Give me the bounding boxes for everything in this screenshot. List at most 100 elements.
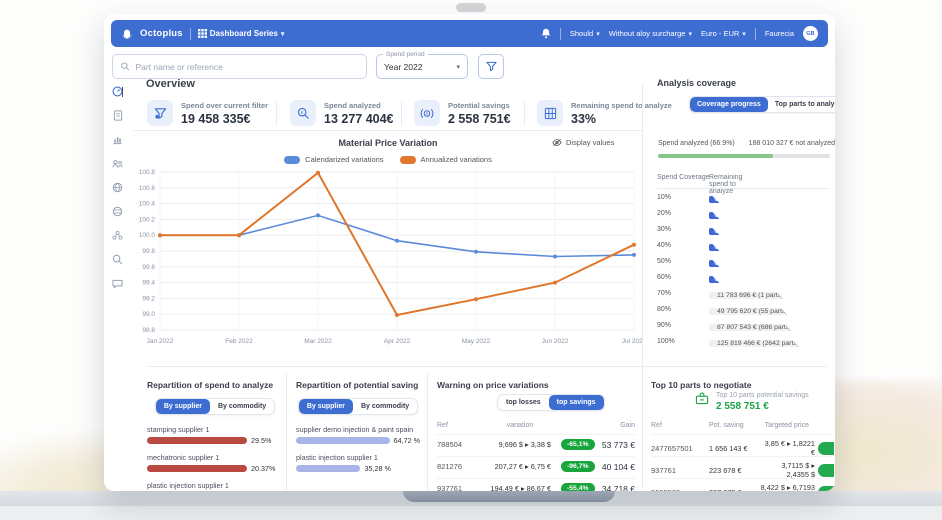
table-row[interactable]: 10% bbox=[657, 189, 829, 205]
device-base-lower bbox=[0, 506, 942, 520]
divider bbox=[524, 102, 525, 126]
tab-by-supplier[interactable]: By supplier bbox=[299, 399, 353, 414]
table-row[interactable]: 2477657501 1 656 143 € 3,85 € ▸ 1,8221 € bbox=[651, 434, 834, 457]
dashboard-series-menu[interactable]: Dashboard Series ▾ bbox=[198, 29, 285, 38]
svg-text:99.0: 99.0 bbox=[142, 311, 155, 318]
sidebar-item-report[interactable] bbox=[112, 110, 123, 121]
clipped-green-badge bbox=[818, 464, 834, 477]
display-values-toggle[interactable]: Display values bbox=[552, 138, 614, 147]
clipped-green-badge bbox=[818, 486, 834, 492]
material-price-variation-chart[interactable]: 100.8100.6100.4100.2100.099.899.699.499.… bbox=[134, 164, 642, 350]
svg-text:€: € bbox=[300, 109, 303, 114]
advanced-filter-button[interactable] bbox=[478, 54, 504, 79]
search-input[interactable] bbox=[135, 62, 358, 72]
table-row[interactable]: 40% bbox=[657, 237, 829, 253]
saving-repartition-panel: Repartition of potential saving By suppl… bbox=[296, 380, 420, 491]
sidebar-item-chat[interactable] bbox=[112, 278, 123, 289]
tab-top-savings[interactable]: top savings bbox=[549, 395, 604, 410]
tab-by-commodity[interactable]: By commodity bbox=[210, 399, 274, 414]
legend-annualized[interactable]: Annualized variations bbox=[400, 155, 492, 164]
variation-value: 9,696 $ ▸ 3,38 $ bbox=[489, 440, 551, 449]
bar-row[interactable]: 35,28 % bbox=[296, 464, 420, 473]
table-row[interactable]: 80%49 795 620 € (55 parts) bbox=[657, 301, 829, 317]
dashboard-series-label: Dashboard Series bbox=[210, 29, 278, 38]
alloy-surcharge-menu[interactable]: Without aloy surcharge▾ bbox=[609, 29, 692, 38]
bar-list: supplier demo injection & paint spain 64… bbox=[296, 425, 420, 473]
spend-period-value: Year 2022 bbox=[384, 62, 422, 72]
pot-saving-value: 207 075 € bbox=[709, 488, 759, 492]
svg-text:99.4: 99.4 bbox=[142, 280, 155, 287]
top-parts-panel: Top 10 parts to negotiate Top 10 parts p… bbox=[651, 380, 834, 491]
sidebar-item-cluster[interactable] bbox=[112, 230, 123, 241]
masked-bar bbox=[709, 228, 719, 235]
sidebar-item-team[interactable] bbox=[112, 158, 123, 169]
value-bar: 87 807 543 € (686 parts) bbox=[709, 324, 791, 331]
masked-bar bbox=[709, 244, 719, 251]
table-row[interactable]: 20% bbox=[657, 205, 829, 221]
col-spend-coverage: Spend Coverage bbox=[657, 174, 710, 181]
bar-row[interactable]: 29.5% bbox=[147, 436, 283, 445]
table-row[interactable]: 788504 9,696 $ ▸ 3,38 $ -65,1% 53 773 € bbox=[437, 434, 635, 450]
should-menu[interactable]: Should▾ bbox=[570, 29, 600, 38]
tab-top-losses[interactable]: top losses bbox=[498, 395, 549, 410]
kpi-remaining-spend: Remaining spend to analyze33% bbox=[537, 100, 672, 126]
value-bar: 11 783 696 € (1 parts) bbox=[709, 292, 783, 299]
masked-bar bbox=[709, 196, 719, 203]
divider bbox=[755, 28, 756, 40]
table-row[interactable]: 90%87 807 543 € (686 parts) bbox=[657, 317, 829, 333]
table-row[interactable]: 30% bbox=[657, 221, 829, 237]
search-icon bbox=[121, 62, 129, 71]
table-row[interactable]: 50% bbox=[657, 253, 829, 269]
table-row[interactable]: 60% bbox=[657, 269, 829, 285]
targeted-price-value: 8,422 $ ▸ 6,7193 $ bbox=[759, 483, 815, 491]
table-row[interactable]: 70%11 783 696 € (1 parts) bbox=[657, 285, 829, 301]
table-row[interactable]: 100%125 819 466 € (2642 parts) bbox=[657, 333, 829, 349]
summary-label: Top 10 parts potential savings bbox=[716, 392, 809, 399]
panel-title: Top 10 parts to negotiate bbox=[651, 380, 834, 390]
coverage-progress-bar bbox=[658, 154, 830, 158]
svg-text:Jun 2022: Jun 2022 bbox=[542, 338, 569, 345]
bell-icon[interactable] bbox=[541, 28, 551, 39]
company-label: Faurecia bbox=[765, 29, 794, 38]
sidebar-item-analytics[interactable] bbox=[112, 134, 123, 145]
coverage-table: 10% 20% 30% 40% 50% 60% 70%11 783 696 € … bbox=[657, 188, 829, 349]
table-row[interactable]: 937761 223 678 € 3,7115 $ ▸ 2,4355 $ bbox=[651, 456, 834, 479]
magnifier-icon: € bbox=[290, 100, 316, 126]
kpi-spend-over-filter: Spend over current filter19 458 335€ bbox=[147, 100, 268, 126]
variation-badge: -96,7% bbox=[561, 461, 595, 472]
kpi-spend-analyzed: € Spend analyzed13 277 404€ bbox=[290, 100, 394, 126]
svg-text:99.6: 99.6 bbox=[142, 264, 155, 271]
table-row[interactable]: 937761 194,49 € ▸ 86,67 € -55,4% 34 718 … bbox=[437, 478, 635, 491]
avatar[interactable]: GB bbox=[803, 26, 818, 41]
bar-row[interactable]: 64,72 % bbox=[296, 436, 420, 445]
gain-value: 40 104 € bbox=[602, 462, 635, 472]
legend-swatch bbox=[400, 156, 416, 164]
legend-calendarized[interactable]: Calendarized variations bbox=[284, 155, 383, 164]
clipped-green-badge bbox=[818, 442, 834, 455]
sidebar-item-search[interactable] bbox=[112, 254, 123, 265]
svg-text:100.8: 100.8 bbox=[139, 169, 156, 176]
table-row[interactable]: 5055509 207 075 € 8,422 $ ▸ 6,7193 $ bbox=[651, 478, 834, 491]
tab-by-supplier[interactable]: By supplier bbox=[156, 399, 210, 414]
warnings-tabs: top losses top savings bbox=[497, 394, 605, 411]
chart-legend: Calendarized variations Annualized varia… bbox=[134, 155, 642, 164]
saving-repartition-tabs: By supplier By commodity bbox=[298, 398, 418, 415]
sidebar-item-globe-spend[interactable] bbox=[112, 182, 123, 193]
table-row[interactable]: 821276 207,27 € ▸ 6,75 € -96,7% 40 104 € bbox=[437, 456, 635, 472]
panel-title: Warning on price variations bbox=[437, 380, 635, 390]
sidebar-item-globe-market[interactable] bbox=[112, 206, 123, 217]
panel-title: Repartition of potential saving bbox=[296, 380, 420, 390]
tab-top-parts-to-analyze[interactable]: Top parts to analyze bbox=[768, 97, 835, 112]
tab-by-commodity[interactable]: By commodity bbox=[353, 399, 417, 414]
tab-coverage-progress[interactable]: Coverage progress bbox=[690, 97, 768, 112]
spend-analyzed-label: Spend analyzed (66.9%) bbox=[658, 140, 735, 147]
pot-saving-value: 1 656 143 € bbox=[709, 444, 759, 453]
summary-value: 2 558 751 € bbox=[716, 401, 809, 412]
variation-badge: -55,4% bbox=[561, 483, 595, 491]
bar-row[interactable]: 20.37% bbox=[147, 464, 283, 473]
octoplus-logo-icon bbox=[121, 28, 133, 40]
currency-menu[interactable]: Euro - EUR▾ bbox=[701, 29, 746, 38]
svg-text:Apr 2022: Apr 2022 bbox=[384, 338, 411, 345]
spend-period-select[interactable]: Spend period Year 2022 ▾ bbox=[376, 54, 468, 79]
divider bbox=[427, 374, 428, 491]
